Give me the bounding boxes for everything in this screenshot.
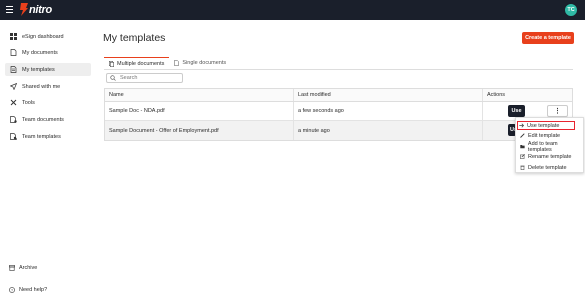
- sidebar-item-label: Team documents: [22, 116, 64, 123]
- sidebar-item-my-documents[interactable]: My documents: [5, 46, 91, 59]
- document-icon: [10, 49, 17, 56]
- column-divider: [482, 102, 483, 120]
- menu-item-delete-template[interactable]: Delete template: [519, 163, 582, 172]
- search-icon: [110, 75, 116, 81]
- sidebar-item-label: Archive: [19, 265, 38, 271]
- nitro-logo[interactable]: nitro: [19, 3, 52, 16]
- sidebar-item-shared-with-me[interactable]: Shared with me: [5, 80, 91, 93]
- table-row[interactable]: Sample Document - Offer of Employment.pd…: [105, 121, 572, 140]
- table-header-row: Name Last modified Actions: [105, 89, 572, 102]
- tab-single-documents[interactable]: Single documents: [169, 57, 231, 69]
- menu-item-label: Rename template: [528, 153, 572, 160]
- sidebar-item-label: My documents: [22, 49, 58, 56]
- column-divider: [482, 121, 483, 140]
- menu-item-use-template[interactable]: Use template: [517, 121, 575, 130]
- send-icon: [10, 83, 17, 90]
- sidebar-item-esign-dashboard[interactable]: eSign dashboard: [5, 30, 91, 43]
- last-modified: a minute ago: [298, 127, 330, 134]
- edit-box-icon: [520, 154, 525, 159]
- tab-multiple-documents[interactable]: Multiple documents: [104, 57, 170, 69]
- template-actions-menu: Use template Edit template Add to team t…: [515, 117, 584, 173]
- sidebar-item-help[interactable]: ? Need help?: [5, 284, 91, 296]
- use-button[interactable]: Use: [508, 105, 525, 117]
- menu-item-add-to-team-templates[interactable]: Add to team templates: [519, 140, 582, 153]
- sidebar-item-label: Team templates: [22, 133, 61, 140]
- sidebar-item-label: eSign dashboard: [22, 33, 64, 40]
- pencil-icon: [520, 133, 525, 138]
- menu-item-label: Delete template: [528, 164, 567, 171]
- template-tabs: Multiple documents Single documents: [104, 57, 231, 69]
- sidebar-item-label: My templates: [22, 66, 55, 73]
- team-document-icon: [10, 116, 17, 123]
- column-divider: [482, 89, 483, 101]
- multiple-documents-icon: [109, 60, 114, 67]
- search-input[interactable]: [120, 75, 180, 81]
- dashboard-icon: [10, 33, 17, 40]
- more-actions-icon[interactable]: ⋮: [547, 105, 568, 117]
- create-template-button[interactable]: Create a template: [522, 32, 574, 44]
- column-divider: [293, 121, 294, 140]
- svg-text:?: ?: [11, 288, 13, 292]
- tab-label: Single documents: [182, 60, 227, 66]
- tab-label: Multiple documents: [117, 60, 165, 67]
- team-template-icon: [10, 133, 17, 140]
- archive-icon: [9, 265, 15, 271]
- sidebar-item-team-documents[interactable]: Team documents: [5, 113, 91, 126]
- column-divider: [293, 89, 294, 101]
- table-row[interactable]: Sample Doc - NDA.pdf a few seconds ago U…: [105, 102, 572, 121]
- template-name[interactable]: Sample Doc - NDA.pdf: [109, 102, 165, 120]
- sidebar-item-tools[interactable]: Tools: [5, 96, 91, 109]
- sidebar-item-my-templates[interactable]: My templates: [5, 63, 91, 76]
- logo-text: nitro: [29, 3, 52, 16]
- menu-item-label: Edit template: [528, 132, 561, 139]
- templates-table: Name Last modified Actions Sample Doc - …: [104, 88, 573, 141]
- top-bar: nitro TC: [0, 0, 585, 20]
- arrow-right-icon: [519, 123, 524, 128]
- column-divider: [293, 102, 294, 120]
- folder-icon: [520, 145, 525, 149]
- trash-icon: [520, 165, 525, 170]
- single-document-icon: [174, 60, 180, 66]
- page-title: My templates: [103, 32, 166, 44]
- user-avatar[interactable]: TC: [564, 3, 578, 17]
- sidebar: eSign dashboard My documents My template…: [0, 20, 97, 299]
- sidebar-item-label: Need help?: [19, 287, 48, 293]
- column-header-actions: Actions: [487, 92, 506, 98]
- column-header-last-modified[interactable]: Last modified: [298, 89, 331, 101]
- menu-item-rename-template[interactable]: Rename template: [519, 152, 582, 161]
- column-header-name[interactable]: Name: [109, 89, 124, 101]
- template-name[interactable]: Sample Document - Offer of Employment.pd…: [109, 121, 219, 140]
- last-modified: a few seconds ago: [298, 108, 344, 114]
- template-icon: [10, 66, 17, 73]
- help-icon: ?: [9, 287, 15, 293]
- sidebar-item-label: Shared with me: [22, 83, 61, 90]
- sidebar-item-team-templates[interactable]: Team templates: [5, 130, 91, 143]
- sidebar-item-label: Tools: [22, 99, 35, 106]
- menu-item-label: Add to team templates: [527, 140, 558, 153]
- hamburger-menu-icon[interactable]: [6, 6, 13, 13]
- search-box[interactable]: [106, 73, 183, 83]
- tabs-divider: [104, 69, 573, 70]
- menu-item-edit-template[interactable]: Edit template: [519, 131, 582, 140]
- sidebar-item-archive[interactable]: Archive: [5, 262, 91, 274]
- menu-item-label: Use template: [527, 122, 560, 129]
- tools-icon: [10, 99, 17, 106]
- nitro-logo-icon: [20, 3, 28, 16]
